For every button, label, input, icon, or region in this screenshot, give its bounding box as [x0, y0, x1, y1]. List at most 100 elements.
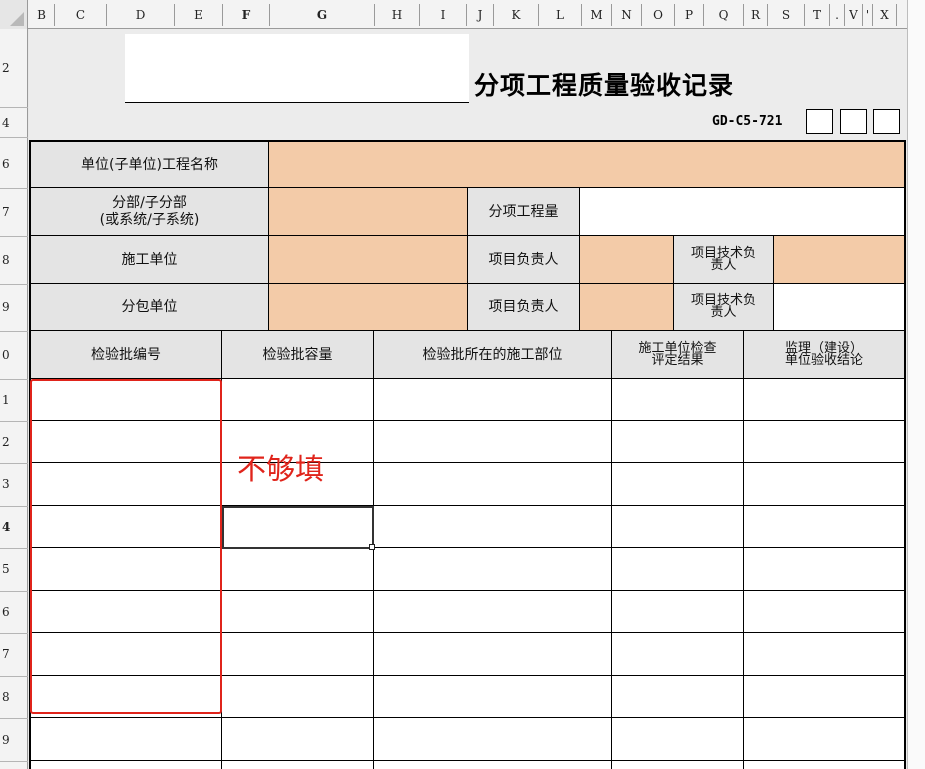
- row-header-19[interactable]: 9: [0, 733, 28, 747]
- batch-capacity-cell[interactable]: [222, 718, 374, 761]
- label-tech-lead-2: 项目技术负 责人: [674, 284, 774, 331]
- batch-location-cell[interactable]: [374, 379, 612, 421]
- sub-division-input[interactable]: [269, 188, 468, 236]
- project-manager-input[interactable]: [580, 236, 674, 284]
- row-header-12[interactable]: 2: [0, 435, 28, 449]
- row-header-13[interactable]: 3: [0, 477, 28, 491]
- subcontractor-input[interactable]: [269, 284, 468, 331]
- column-header-w[interactable]: ': [863, 4, 873, 26]
- column-header-t[interactable]: T: [805, 4, 830, 26]
- batch-capacity-cell[interactable]: [222, 633, 374, 676]
- row-header-9[interactable]: 9: [0, 300, 28, 314]
- column-header-i[interactable]: I: [420, 4, 467, 26]
- active-cell-selection[interactable]: [222, 506, 374, 549]
- batch-location-cell[interactable]: [374, 591, 612, 633]
- supervision-conclusion-cell[interactable]: [744, 379, 905, 421]
- batch-no-cell[interactable]: [31, 718, 222, 761]
- column-header-c[interactable]: C: [55, 4, 107, 26]
- inspection-result-cell[interactable]: [612, 591, 744, 633]
- inspection-result-cell[interactable]: [612, 506, 744, 548]
- batch-location-cell[interactable]: [374, 718, 612, 761]
- select-all-corner[interactable]: [0, 0, 28, 29]
- inspection-result-cell[interactable]: [612, 548, 744, 591]
- supervision-conclusion-cell[interactable]: [744, 421, 905, 463]
- column-header-m[interactable]: M: [582, 4, 612, 26]
- batch-location-cell[interactable]: [374, 506, 612, 548]
- batch-capacity-cell[interactable]: [222, 591, 374, 633]
- row-header-2[interactable]: 2: [0, 61, 28, 75]
- column-header-f[interactable]: F: [223, 4, 270, 26]
- row-header-16[interactable]: 6: [0, 605, 28, 619]
- supervision-conclusion-cell[interactable]: [744, 633, 905, 676]
- supervision-conclusion-cell[interactable]: [744, 591, 905, 633]
- column-header-n[interactable]: N: [612, 4, 642, 26]
- supervision-conclusion-cell[interactable]: [744, 718, 905, 761]
- batch-no-cell[interactable]: [31, 761, 222, 769]
- column-header-s[interactable]: S: [768, 4, 805, 26]
- inspection-result-cell[interactable]: [612, 676, 744, 718]
- column-header-u[interactable]: .: [830, 4, 845, 26]
- column-header-k[interactable]: K: [494, 4, 539, 26]
- row-header-18[interactable]: 8: [0, 690, 28, 704]
- item-quantity-input[interactable]: [580, 188, 905, 236]
- column-header-r[interactable]: R: [744, 4, 768, 26]
- inspection-result-cell[interactable]: [612, 379, 744, 421]
- inspection-result-cell[interactable]: [612, 761, 744, 769]
- row-divider: [0, 548, 28, 549]
- column-header-b[interactable]: B: [29, 4, 55, 26]
- batch-location-cell[interactable]: [374, 463, 612, 506]
- row-header-15[interactable]: 5: [0, 562, 28, 576]
- column-header-x[interactable]: X: [873, 4, 897, 26]
- code-box-2[interactable]: [840, 109, 867, 134]
- code-box-3[interactable]: [873, 109, 900, 134]
- supervision-conclusion-cell[interactable]: [744, 463, 905, 506]
- row-header-8[interactable]: 8: [0, 253, 28, 267]
- batch-location-cell[interactable]: [374, 633, 612, 676]
- code-box-1[interactable]: [806, 109, 833, 134]
- batch-capacity-cell[interactable]: [222, 379, 374, 421]
- batch-location-cell[interactable]: [374, 548, 612, 591]
- supervision-conclusion-cell[interactable]: [744, 548, 905, 591]
- column-header-d[interactable]: D: [107, 4, 175, 26]
- row-divider: [0, 331, 28, 332]
- row-header-4[interactable]: 4: [0, 116, 28, 130]
- row-header-6[interactable]: 6: [0, 157, 28, 171]
- vertical-scrollbar[interactable]: [907, 0, 925, 769]
- unit-project-name-input[interactable]: [269, 142, 905, 188]
- fill-handle[interactable]: [369, 544, 375, 550]
- batch-capacity-cell[interactable]: [222, 761, 374, 769]
- column-header-j[interactable]: J: [467, 4, 494, 26]
- column-header-v[interactable]: V: [845, 4, 863, 26]
- row-header-17[interactable]: 7: [0, 647, 28, 661]
- construction-unit-input[interactable]: [269, 236, 468, 284]
- project-manager-2-input[interactable]: [580, 284, 674, 331]
- row-header-11[interactable]: 1: [0, 393, 28, 407]
- inspection-result-cell[interactable]: [612, 718, 744, 761]
- batch-location-cell[interactable]: [374, 761, 612, 769]
- supervision-conclusion-cell[interactable]: [744, 761, 905, 769]
- row-header-10[interactable]: 0: [0, 348, 28, 362]
- batch-capacity-cell[interactable]: [222, 548, 374, 591]
- column-header-o[interactable]: O: [642, 4, 675, 26]
- inspection-result-cell[interactable]: [612, 463, 744, 506]
- tech-lead-2-input[interactable]: [774, 284, 905, 331]
- row-divider: [0, 463, 28, 464]
- column-header-l[interactable]: L: [539, 4, 582, 26]
- row-header-7[interactable]: 7: [0, 205, 28, 219]
- tech-lead-input[interactable]: [774, 236, 905, 284]
- supervision-conclusion-cell[interactable]: [744, 676, 905, 718]
- column-header-g[interactable]: G: [270, 4, 375, 26]
- row-header-14[interactable]: 4: [0, 520, 28, 534]
- batch-location-cell[interactable]: [374, 421, 612, 463]
- column-header-q[interactable]: Q: [704, 4, 744, 26]
- supervision-conclusion-cell[interactable]: [744, 506, 905, 548]
- inspection-result-cell[interactable]: [612, 633, 744, 676]
- column-header-p[interactable]: P: [675, 4, 704, 26]
- header-inspection-result: 施工单位检查 评定结果: [612, 331, 744, 379]
- batch-location-cell[interactable]: [374, 676, 612, 718]
- column-header-e[interactable]: E: [175, 4, 223, 26]
- column-header-h[interactable]: H: [375, 4, 420, 26]
- batch-capacity-cell[interactable]: [222, 676, 374, 718]
- title-input-cell[interactable]: [125, 34, 469, 103]
- inspection-result-cell[interactable]: [612, 421, 744, 463]
